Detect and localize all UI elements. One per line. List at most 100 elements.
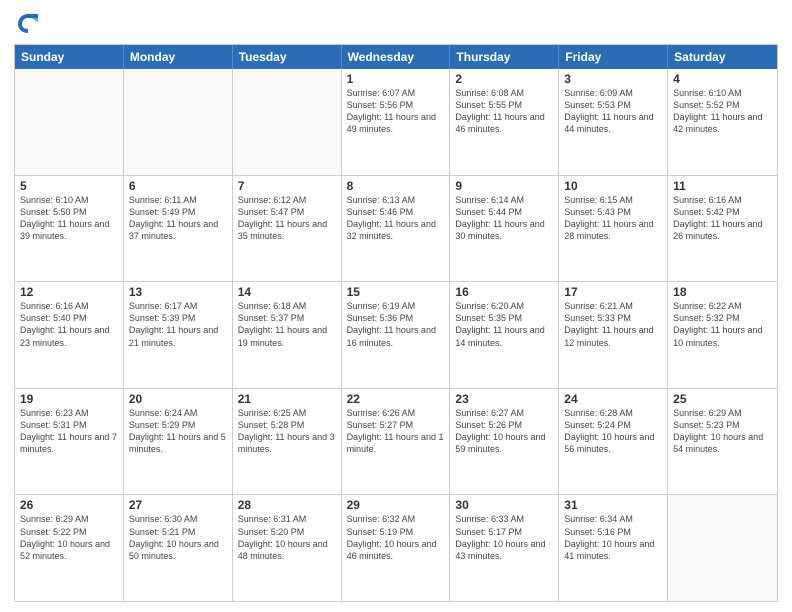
day-number: 17 xyxy=(564,285,662,299)
cell-info: Sunrise: 6:08 AM Sunset: 5:55 PM Dayligh… xyxy=(455,87,553,136)
cal-cell-21: 21Sunrise: 6:25 AM Sunset: 5:28 PM Dayli… xyxy=(233,389,342,495)
weekday-header-wednesday: Wednesday xyxy=(342,45,451,69)
cell-info: Sunrise: 6:21 AM Sunset: 5:33 PM Dayligh… xyxy=(564,300,662,349)
cell-info: Sunrise: 6:28 AM Sunset: 5:24 PM Dayligh… xyxy=(564,407,662,456)
cell-info: Sunrise: 6:16 AM Sunset: 5:40 PM Dayligh… xyxy=(20,300,118,349)
day-number: 26 xyxy=(20,498,118,512)
cal-cell-15: 15Sunrise: 6:19 AM Sunset: 5:36 PM Dayli… xyxy=(342,282,451,388)
day-number: 23 xyxy=(455,392,553,406)
day-number: 30 xyxy=(455,498,553,512)
cell-info: Sunrise: 6:13 AM Sunset: 5:46 PM Dayligh… xyxy=(347,194,445,243)
weekday-header-friday: Friday xyxy=(559,45,668,69)
cell-info: Sunrise: 6:31 AM Sunset: 5:20 PM Dayligh… xyxy=(238,513,336,562)
day-number: 20 xyxy=(129,392,227,406)
weekday-header-tuesday: Tuesday xyxy=(233,45,342,69)
cell-info: Sunrise: 6:34 AM Sunset: 5:16 PM Dayligh… xyxy=(564,513,662,562)
cal-cell-17: 17Sunrise: 6:21 AM Sunset: 5:33 PM Dayli… xyxy=(559,282,668,388)
cell-info: Sunrise: 6:19 AM Sunset: 5:36 PM Dayligh… xyxy=(347,300,445,349)
cal-cell-24: 24Sunrise: 6:28 AM Sunset: 5:24 PM Dayli… xyxy=(559,389,668,495)
cell-info: Sunrise: 6:17 AM Sunset: 5:39 PM Dayligh… xyxy=(129,300,227,349)
page: SundayMondayTuesdayWednesdayThursdayFrid… xyxy=(0,0,792,612)
header xyxy=(14,10,778,38)
cal-cell-8: 8Sunrise: 6:13 AM Sunset: 5:46 PM Daylig… xyxy=(342,176,451,282)
day-number: 16 xyxy=(455,285,553,299)
cal-cell-30: 30Sunrise: 6:33 AM Sunset: 5:17 PM Dayli… xyxy=(450,495,559,601)
cal-row-3: 19Sunrise: 6:23 AM Sunset: 5:31 PM Dayli… xyxy=(15,388,777,495)
calendar-body: 1Sunrise: 6:07 AM Sunset: 5:56 PM Daylig… xyxy=(15,69,777,601)
day-number: 3 xyxy=(564,72,662,86)
day-number: 5 xyxy=(20,179,118,193)
weekday-header-thursday: Thursday xyxy=(450,45,559,69)
cell-info: Sunrise: 6:29 AM Sunset: 5:23 PM Dayligh… xyxy=(673,407,772,456)
cal-cell-empty-4-6 xyxy=(668,495,777,601)
day-number: 28 xyxy=(238,498,336,512)
day-number: 29 xyxy=(347,498,445,512)
cal-cell-18: 18Sunrise: 6:22 AM Sunset: 5:32 PM Dayli… xyxy=(668,282,777,388)
weekday-header-monday: Monday xyxy=(124,45,233,69)
cell-info: Sunrise: 6:07 AM Sunset: 5:56 PM Dayligh… xyxy=(347,87,445,136)
cell-info: Sunrise: 6:23 AM Sunset: 5:31 PM Dayligh… xyxy=(20,407,118,456)
day-number: 10 xyxy=(564,179,662,193)
cell-info: Sunrise: 6:24 AM Sunset: 5:29 PM Dayligh… xyxy=(129,407,227,456)
cal-row-0: 1Sunrise: 6:07 AM Sunset: 5:56 PM Daylig… xyxy=(15,69,777,175)
logo-icon xyxy=(14,10,42,38)
day-number: 4 xyxy=(673,72,772,86)
day-number: 19 xyxy=(20,392,118,406)
cal-cell-1: 1Sunrise: 6:07 AM Sunset: 5:56 PM Daylig… xyxy=(342,69,451,175)
cal-cell-empty-0-1 xyxy=(124,69,233,175)
day-number: 7 xyxy=(238,179,336,193)
cell-info: Sunrise: 6:25 AM Sunset: 5:28 PM Dayligh… xyxy=(238,407,336,456)
cal-cell-11: 11Sunrise: 6:16 AM Sunset: 5:42 PM Dayli… xyxy=(668,176,777,282)
cell-info: Sunrise: 6:29 AM Sunset: 5:22 PM Dayligh… xyxy=(20,513,118,562)
day-number: 9 xyxy=(455,179,553,193)
cell-info: Sunrise: 6:15 AM Sunset: 5:43 PM Dayligh… xyxy=(564,194,662,243)
cal-cell-13: 13Sunrise: 6:17 AM Sunset: 5:39 PM Dayli… xyxy=(124,282,233,388)
day-number: 18 xyxy=(673,285,772,299)
cal-cell-9: 9Sunrise: 6:14 AM Sunset: 5:44 PM Daylig… xyxy=(450,176,559,282)
cal-cell-14: 14Sunrise: 6:18 AM Sunset: 5:37 PM Dayli… xyxy=(233,282,342,388)
cell-info: Sunrise: 6:32 AM Sunset: 5:19 PM Dayligh… xyxy=(347,513,445,562)
cal-cell-27: 27Sunrise: 6:30 AM Sunset: 5:21 PM Dayli… xyxy=(124,495,233,601)
day-number: 31 xyxy=(564,498,662,512)
day-number: 22 xyxy=(347,392,445,406)
cell-info: Sunrise: 6:18 AM Sunset: 5:37 PM Dayligh… xyxy=(238,300,336,349)
logo xyxy=(14,10,44,38)
cal-cell-6: 6Sunrise: 6:11 AM Sunset: 5:49 PM Daylig… xyxy=(124,176,233,282)
cell-info: Sunrise: 6:12 AM Sunset: 5:47 PM Dayligh… xyxy=(238,194,336,243)
cal-cell-23: 23Sunrise: 6:27 AM Sunset: 5:26 PM Dayli… xyxy=(450,389,559,495)
cal-cell-7: 7Sunrise: 6:12 AM Sunset: 5:47 PM Daylig… xyxy=(233,176,342,282)
cal-cell-31: 31Sunrise: 6:34 AM Sunset: 5:16 PM Dayli… xyxy=(559,495,668,601)
cal-row-2: 12Sunrise: 6:16 AM Sunset: 5:40 PM Dayli… xyxy=(15,281,777,388)
cal-cell-25: 25Sunrise: 6:29 AM Sunset: 5:23 PM Dayli… xyxy=(668,389,777,495)
cell-info: Sunrise: 6:26 AM Sunset: 5:27 PM Dayligh… xyxy=(347,407,445,456)
cal-cell-28: 28Sunrise: 6:31 AM Sunset: 5:20 PM Dayli… xyxy=(233,495,342,601)
weekday-header-sunday: Sunday xyxy=(15,45,124,69)
cell-info: Sunrise: 6:33 AM Sunset: 5:17 PM Dayligh… xyxy=(455,513,553,562)
calendar-header: SundayMondayTuesdayWednesdayThursdayFrid… xyxy=(15,45,777,69)
cell-info: Sunrise: 6:14 AM Sunset: 5:44 PM Dayligh… xyxy=(455,194,553,243)
cell-info: Sunrise: 6:10 AM Sunset: 5:52 PM Dayligh… xyxy=(673,87,772,136)
cell-info: Sunrise: 6:27 AM Sunset: 5:26 PM Dayligh… xyxy=(455,407,553,456)
cal-cell-empty-0-2 xyxy=(233,69,342,175)
day-number: 11 xyxy=(673,179,772,193)
cell-info: Sunrise: 6:09 AM Sunset: 5:53 PM Dayligh… xyxy=(564,87,662,136)
cal-cell-19: 19Sunrise: 6:23 AM Sunset: 5:31 PM Dayli… xyxy=(15,389,124,495)
cell-info: Sunrise: 6:30 AM Sunset: 5:21 PM Dayligh… xyxy=(129,513,227,562)
day-number: 13 xyxy=(129,285,227,299)
day-number: 8 xyxy=(347,179,445,193)
cell-info: Sunrise: 6:22 AM Sunset: 5:32 PM Dayligh… xyxy=(673,300,772,349)
cal-cell-12: 12Sunrise: 6:16 AM Sunset: 5:40 PM Dayli… xyxy=(15,282,124,388)
calendar: SundayMondayTuesdayWednesdayThursdayFrid… xyxy=(14,44,778,602)
cal-cell-26: 26Sunrise: 6:29 AM Sunset: 5:22 PM Dayli… xyxy=(15,495,124,601)
day-number: 1 xyxy=(347,72,445,86)
day-number: 27 xyxy=(129,498,227,512)
day-number: 25 xyxy=(673,392,772,406)
day-number: 24 xyxy=(564,392,662,406)
cal-cell-4: 4Sunrise: 6:10 AM Sunset: 5:52 PM Daylig… xyxy=(668,69,777,175)
cal-row-1: 5Sunrise: 6:10 AM Sunset: 5:50 PM Daylig… xyxy=(15,175,777,282)
cell-info: Sunrise: 6:11 AM Sunset: 5:49 PM Dayligh… xyxy=(129,194,227,243)
cal-cell-3: 3Sunrise: 6:09 AM Sunset: 5:53 PM Daylig… xyxy=(559,69,668,175)
cell-info: Sunrise: 6:20 AM Sunset: 5:35 PM Dayligh… xyxy=(455,300,553,349)
day-number: 2 xyxy=(455,72,553,86)
day-number: 21 xyxy=(238,392,336,406)
